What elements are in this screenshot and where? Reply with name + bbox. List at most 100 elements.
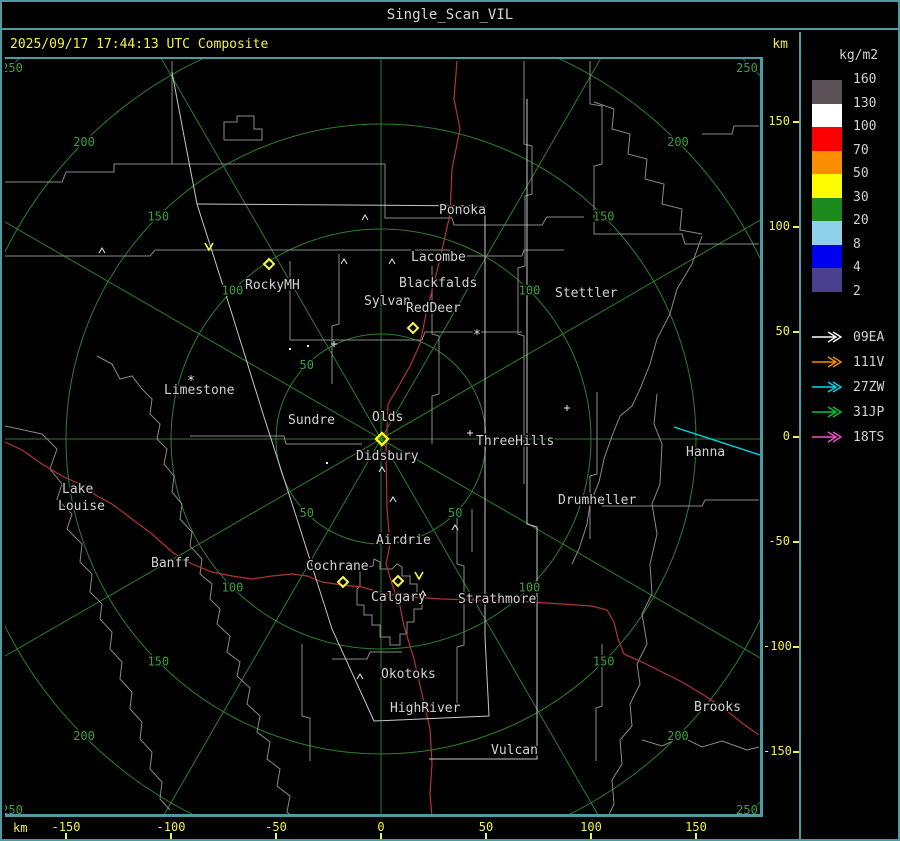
range-ring-label: 250: [736, 803, 758, 814]
legend-color-swatch: [812, 127, 842, 151]
scan-timestamp: 2025/09/17 17:44:13 UTC Composite: [10, 37, 269, 52]
star-marker: *: [187, 374, 195, 389]
bottom-axis-tick-label: -100: [156, 820, 186, 834]
county-boundary-line: [5, 163, 385, 183]
track-id-label: 27ZW: [853, 380, 885, 395]
legend-scale-value: 100: [853, 119, 877, 134]
town-caret-marker: [356, 673, 364, 680]
radar-map-canvas[interactable]: 50 100 150 200 250 100 150 200 250 50 100 150 200 250…: [5, 57, 763, 817]
dot-marker: [307, 345, 309, 347]
range-ring-label: 150: [593, 209, 615, 223]
bottom-axis-tick-label: 0: [377, 820, 385, 834]
city-label: Limestone: [164, 383, 235, 398]
right-axis-tick-label: -50: [768, 534, 790, 548]
right-axis-tick-label: 150: [768, 114, 790, 128]
star-marker: *: [473, 328, 481, 343]
bottom-axis-tick: [170, 833, 172, 839]
city-label: Banff: [151, 556, 190, 571]
right-axis-unit-label: km: [772, 37, 788, 52]
radar-map-svg: 50 100 150 200 250 100 150 200 250 50 100 150 200 250…: [5, 59, 760, 814]
county-boundary-line: [589, 392, 598, 539]
city-label: Strathmore: [458, 592, 536, 607]
legend-scale-value: 30: [853, 189, 869, 205]
right-axis-tick-label: -100: [763, 639, 792, 653]
city-label: Sylvan: [364, 294, 411, 309]
right-axis-tick-label: 100: [768, 219, 790, 233]
bottom-axis-unit-label: km: [13, 821, 28, 835]
county-boundary-line: [223, 115, 263, 141]
right-axis-tick-label: 0: [782, 429, 790, 443]
bottom-axis-tick: [590, 833, 592, 839]
legend-scale-value: 130: [853, 95, 877, 111]
range-ring-label: 50: [448, 506, 462, 520]
bottom-axis-tick: [65, 833, 67, 839]
city-label: Blackfalds: [399, 276, 477, 291]
legend-color-swatch: [812, 174, 842, 198]
track-id-label: 09EA: [853, 330, 885, 345]
legend-color-swatch: [812, 268, 842, 292]
track-id-label: 18TS: [853, 430, 885, 445]
bottom-axis-tick-label: 100: [580, 820, 602, 834]
bottom-distance-axis: km -150 -100 -50 0 50 100 150: [5, 817, 763, 839]
legend-scale-value: 70: [853, 142, 869, 158]
legend-scale-value: 4: [853, 260, 861, 275]
city-label: ThreeHills: [476, 434, 554, 449]
aircraft-check-marker: [414, 571, 424, 581]
legend-color-swatch: [812, 103, 842, 128]
city-label: Brooks: [694, 700, 741, 715]
track-arrow-icon: [812, 406, 843, 418]
legend-panel: kg/m2 160 130 100 70 50 30 20 8 4 2 09EA 111V 27ZW 31…: [799, 32, 898, 839]
town-caret-marker: [378, 466, 386, 473]
legend-unit-label: kg/m2: [839, 48, 879, 63]
header-bar: 2025/09/17 17:44:13 UTC Composite km: [2, 32, 798, 57]
county-boundary-line: [456, 509, 465, 706]
city-label: Calgary: [371, 590, 426, 605]
radar-app-window: Single_Scan_VIL 2025/09/17 17:44:13 UTC …: [0, 0, 900, 841]
range-ring-label: 150: [593, 655, 615, 669]
track-arrow-icon: [812, 356, 843, 368]
range-ring-label: 250: [736, 61, 758, 75]
city-label: RockyMH: [245, 278, 300, 293]
legend-color-swatch: [812, 80, 842, 104]
range-ring-label: 200: [667, 729, 689, 743]
town-caret-marker: [98, 247, 106, 254]
bottom-axis-tick-label: 50: [478, 820, 494, 834]
city-label: Okotoks: [381, 667, 436, 682]
legend-color-swatch: [812, 150, 842, 175]
site-diamond-marker: [406, 321, 420, 335]
bottom-axis-tick: [695, 833, 697, 839]
city-label: Hanna: [686, 445, 725, 460]
title-bar: Single_Scan_VIL: [2, 2, 898, 30]
range-ring-label: 250: [5, 803, 23, 814]
right-distance-axis: 150 100 50 0 -50 -100 -150: [763, 57, 799, 817]
track-arrow-icon: [812, 331, 843, 343]
site-diamond-marker: [391, 574, 405, 588]
city-label: Vulcan: [491, 743, 538, 758]
county-boundary-line: [702, 125, 759, 135]
legend-scale-value: 50: [853, 166, 869, 181]
track-id-label: 111V: [853, 355, 885, 370]
bottom-axis-tick-label: -150: [51, 820, 81, 834]
highway-line: [5, 441, 760, 736]
county-boundary-line: [641, 736, 760, 751]
range-ring-label: 200: [667, 135, 689, 149]
plus-marker: [467, 430, 473, 436]
track-id-label: 31JP: [853, 405, 885, 420]
city-label: Drumheller: [558, 493, 636, 508]
city-label: Ponoka: [439, 203, 486, 218]
town-caret-marker: [361, 214, 369, 221]
track-arrow-icon: [812, 431, 843, 443]
right-axis-tick-label: 50: [775, 324, 790, 338]
legend-color-swatch: [812, 221, 842, 245]
city-label: Airdrie: [376, 533, 431, 548]
city-label: RedDeer: [406, 301, 461, 316]
track-arrow-icon: [812, 381, 843, 393]
scan-sector-boundary: [429, 99, 538, 760]
range-ring-label: 100: [519, 284, 541, 298]
legend-scale-value: 160: [853, 72, 877, 87]
range-ring-label: 50: [300, 506, 314, 520]
range-ring-label: 100: [222, 284, 244, 298]
town-caret-marker: [340, 258, 348, 265]
legend-scale-value: 8: [853, 236, 861, 252]
town-caret-marker: [388, 258, 396, 265]
